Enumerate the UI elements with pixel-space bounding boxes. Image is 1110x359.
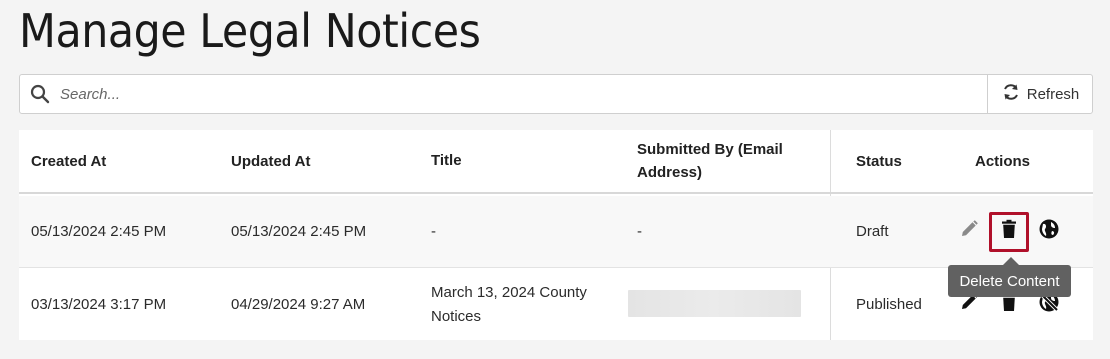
tooltip-arrow: [1003, 257, 1019, 265]
search-bar: Refresh: [19, 74, 1093, 114]
cell-updated-at: 04/29/2024 9:27 AM: [231, 296, 366, 313]
search-icon: [20, 84, 60, 104]
table-header-row: Created At Updated At Title Submitted By…: [19, 130, 1093, 194]
edit-button[interactable]: [949, 212, 989, 252]
pencil-icon: [959, 219, 979, 244]
header-updated-at[interactable]: Updated At: [231, 130, 421, 192]
cell-updated-at: 05/13/2024 2:45 PM: [231, 223, 367, 240]
redacted-email: [628, 290, 801, 317]
delete-tooltip: Delete Content: [948, 265, 1071, 297]
header-actions: Actions: [975, 152, 1031, 170]
globe-icon: [1038, 218, 1060, 245]
cell-title: March 13, 2024 County Notices: [431, 283, 587, 325]
header-submitted-by[interactable]: Submitted By (Email Address): [637, 130, 827, 192]
notices-table: Created At Updated At Title Submitted By…: [19, 130, 1093, 340]
header-title[interactable]: Title: [431, 130, 621, 192]
refresh-button[interactable]: Refresh: [987, 75, 1092, 113]
header-created-at[interactable]: Created At: [31, 130, 221, 192]
refresh-icon: [1001, 82, 1021, 106]
cell-status: Draft: [856, 223, 889, 240]
trash-icon: [1000, 219, 1018, 244]
delete-button[interactable]: [989, 211, 1029, 252]
cell-created-at: 05/13/2024 2:45 PM: [31, 223, 167, 240]
publish-button[interactable]: [1029, 212, 1069, 252]
cell-title: -: [431, 222, 436, 240]
table-row: 03/13/2024 3:17 PM 04/29/2024 9:27 AM Ma…: [19, 269, 1093, 340]
cell-created-at: 03/13/2024 3:17 PM: [31, 296, 167, 313]
header-status[interactable]: Status: [856, 130, 951, 192]
table-row: 05/13/2024 2:45 PM 05/13/2024 2:45 PM - …: [19, 196, 1093, 268]
page-title: Manage Legal Notices: [19, 4, 481, 58]
cell-submitted-by: -: [637, 223, 642, 240]
search-input[interactable]: [60, 75, 987, 113]
refresh-label: Refresh: [1026, 85, 1080, 103]
cell-status: Published: [856, 296, 922, 313]
